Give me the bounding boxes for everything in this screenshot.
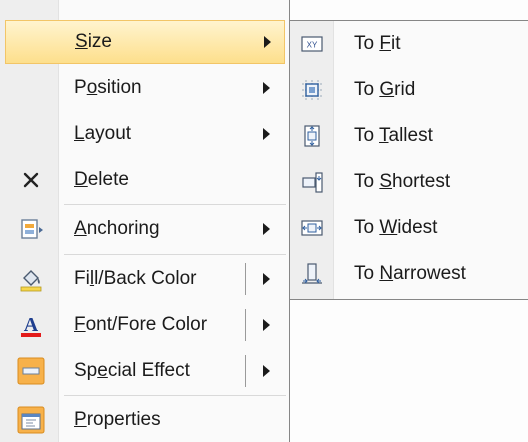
submenu-item-to-fit-label: To Fit: [354, 33, 401, 54]
menu-separator: [64, 254, 286, 255]
menu-item-special-effect-label: Special Effect: [74, 360, 190, 381]
submenu-arrow-icon[interactable]: [263, 273, 270, 285]
split-divider: [245, 355, 246, 387]
special-effect-icon: [17, 357, 45, 385]
submenu-arrow-icon: [263, 82, 270, 94]
anchoring-icon: [21, 219, 43, 239]
submenu-item-to-grid-label: To Grid: [354, 79, 416, 100]
submenu-item-to-tallest[interactable]: To Tallest: [290, 113, 528, 159]
menu-item-properties-label: Properties: [74, 409, 161, 430]
menu-item-layout[interactable]: Layout: [5, 112, 285, 156]
submenu-item-to-widest[interactable]: To Widest: [290, 205, 528, 251]
submenu-item-to-shortest[interactable]: To Shortest: [290, 159, 528, 205]
split-divider: [245, 263, 246, 295]
menu-item-properties[interactable]: Properties: [5, 398, 285, 442]
menu-item-delete[interactable]: Delete: [5, 158, 285, 202]
submenu-item-to-narrowest[interactable]: To Narrowest: [290, 251, 528, 297]
size-to-grid-icon: [302, 80, 322, 100]
svg-text:XY: XY: [307, 41, 318, 50]
submenu-item-to-narrowest-label: To Narrowest: [354, 263, 466, 284]
menu-item-position-label: Position: [74, 77, 142, 98]
size-to-shortest-icon: [302, 172, 323, 193]
menu-separator: [64, 204, 286, 205]
properties-icon: [17, 406, 45, 434]
submenu-item-to-grid[interactable]: To Grid: [290, 67, 528, 113]
font-color-icon: A: [21, 314, 41, 337]
menu-item-fill-back-color-label: Fill/Back Color: [74, 268, 197, 289]
submenu-arrow-icon: [264, 36, 271, 48]
context-menu: Size Position Layout Delete Anchoring Fi…: [0, 0, 290, 442]
submenu-item-to-tallest-label: To Tallest: [354, 125, 433, 146]
fill-color-icon: [20, 270, 42, 292]
menu-item-special-effect[interactable]: Special Effect: [5, 349, 285, 393]
menu-item-font-fore-color[interactable]: A Font/Fore Color: [5, 303, 285, 347]
menu-separator: [64, 395, 286, 396]
delete-x-icon: [23, 172, 39, 188]
size-to-fit-icon: XY: [301, 36, 323, 52]
submenu-arrow-icon: [263, 128, 270, 140]
size-to-tallest-icon: [304, 125, 320, 147]
size-to-widest-icon: [301, 220, 323, 236]
menu-item-anchoring[interactable]: Anchoring: [5, 207, 285, 251]
split-divider: [245, 309, 246, 341]
svg-text:A: A: [24, 314, 39, 336]
submenu-arrow-icon[interactable]: [263, 319, 270, 331]
submenu-arrow-icon[interactable]: [263, 365, 270, 377]
menu-item-layout-label: Layout: [74, 123, 132, 144]
menu-item-font-fore-color-label: Font/Fore Color: [74, 314, 208, 335]
menu-item-delete-label: Delete: [74, 169, 129, 190]
submenu-arrow-icon: [263, 223, 270, 235]
size-to-narrowest-icon: [302, 263, 322, 284]
submenu-item-to-fit[interactable]: XY To Fit: [290, 21, 528, 67]
submenu-item-to-widest-label: To Widest: [354, 217, 438, 238]
menu-item-size-label: Size: [75, 31, 112, 52]
menu-item-fill-back-color[interactable]: Fill/Back Color: [5, 257, 285, 301]
menu-item-size[interactable]: Size: [5, 20, 285, 64]
size-submenu: XY To Fit To Grid To Tallest To Shortest: [289, 20, 528, 300]
menu-item-anchoring-label: Anchoring: [74, 218, 160, 239]
menu-item-position[interactable]: Position: [5, 66, 285, 110]
submenu-item-to-shortest-label: To Shortest: [354, 171, 451, 192]
